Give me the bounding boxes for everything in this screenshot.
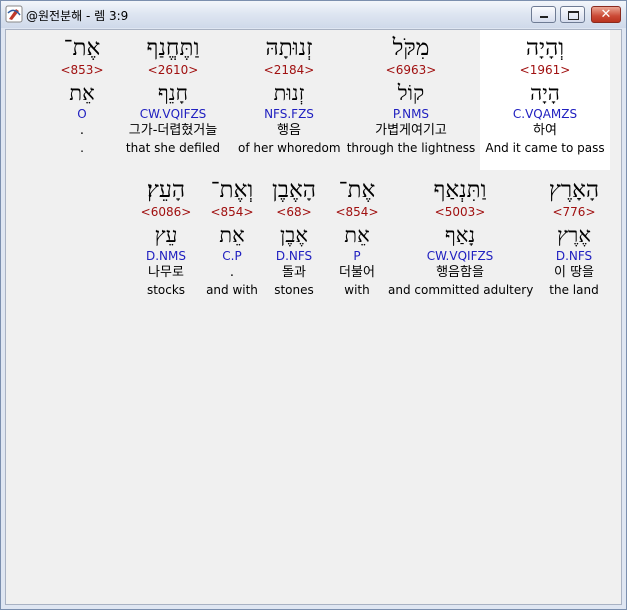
lemma: נָאַף bbox=[444, 223, 476, 247]
morph-code: D.NFS bbox=[275, 249, 313, 263]
morph-code: C.VQAMZS bbox=[512, 107, 578, 121]
morph-code: P bbox=[353, 249, 361, 263]
strong-number: <68> bbox=[276, 205, 312, 219]
hebrew-word: הָעֵץ׃ bbox=[146, 177, 186, 203]
hebrew-word: מִקֹּל bbox=[392, 35, 430, 61]
app-window: @원전분해 - 렘 3:9 ✕ וְהָיָה <1961> הָיָה C.V… bbox=[0, 0, 627, 610]
morph-code: P.NMS bbox=[392, 107, 430, 121]
lemma: קוֹל bbox=[397, 81, 425, 105]
morph-code: CW.VQIFZS bbox=[426, 249, 494, 263]
word-cell[interactable]: זְנוּתָהּ <2184> זְנוּת NFS.FZS 행음 of he… bbox=[238, 34, 341, 156]
word-cell[interactable]: מִקֹּל <6963> קוֹל P.NMS 가볍게여기고 through … bbox=[346, 34, 476, 156]
strong-number: <854> bbox=[210, 205, 254, 219]
lemma: עֵץ bbox=[154, 223, 178, 247]
morph-code: C.P bbox=[222, 249, 242, 263]
lemma: אֵת bbox=[219, 223, 245, 247]
hebrew-word: הָאֶבֶן bbox=[272, 177, 316, 203]
close-button[interactable]: ✕ bbox=[591, 6, 621, 23]
hebrew-word: וַתֶּחֱנַף bbox=[146, 35, 200, 61]
word-cell[interactable]: הָאָרֶץ <776> אֶרֶץ D.NFS 이 땅을 the land bbox=[538, 176, 610, 298]
morph-code: O bbox=[77, 107, 87, 121]
hebrew-word: אֶת־ bbox=[63, 35, 101, 61]
english-gloss: and with bbox=[206, 283, 258, 297]
morph-code: CW.VQIFZS bbox=[139, 107, 207, 121]
english-gloss: stocks bbox=[146, 283, 186, 297]
english-gloss: And it came to pass bbox=[485, 141, 605, 155]
english-gloss: and committed adultery bbox=[388, 283, 534, 297]
morph-code: NFS.FZS bbox=[264, 107, 314, 121]
strong-number: <6963> bbox=[385, 63, 437, 77]
lemma: אֶרֶץ bbox=[557, 223, 591, 247]
word-cell[interactable]: וְהָיָה <1961> הָיָה C.VQAMZS 하여 And it … bbox=[480, 30, 610, 170]
english-gloss: . bbox=[80, 141, 84, 155]
hebrew-word: וַתִּנְאַף bbox=[433, 177, 487, 203]
hebrew-word: אֶת־ bbox=[338, 177, 376, 203]
korean-gloss: 나무로 bbox=[148, 265, 184, 280]
korean-gloss: 돌과 bbox=[282, 265, 306, 280]
english-gloss: through the lightness bbox=[346, 141, 476, 155]
strong-number: <6086> bbox=[140, 205, 192, 219]
korean-gloss: 그가-더렵혔거늘 bbox=[128, 123, 218, 138]
hebrew-word: וְהָיָה bbox=[525, 35, 565, 61]
word-cell[interactable]: הָאֶבֶן <68> אֶבֶן D.NFS 돌과 stones bbox=[262, 176, 326, 298]
word-cell[interactable]: אֶת־ <853> אֵת O . . bbox=[52, 34, 112, 156]
english-gloss: of her whoredom bbox=[238, 141, 341, 155]
hebrew-word: וְאֶת־ bbox=[210, 177, 254, 203]
word-cell[interactable]: וַתִּנְאַף <5003> נָאַף CW.VQIFZS 행음함을 a… bbox=[388, 176, 534, 298]
korean-gloss: 가볍게여기고 bbox=[375, 123, 447, 138]
lemma: הָיָה bbox=[530, 81, 560, 105]
hebrew-word: זְנוּתָהּ bbox=[265, 35, 313, 61]
word-cell[interactable]: וַתֶּחֱנַף <2610> חָנֵף CW.VQIFZS 그가-더렵혔… bbox=[118, 34, 228, 156]
window-title: @원전분해 - 렘 3:9 bbox=[26, 9, 129, 23]
morph-code: D.NMS bbox=[145, 249, 186, 263]
maximize-button[interactable] bbox=[560, 6, 585, 23]
lemma: אֵת bbox=[69, 81, 95, 105]
lemma: אֶבֶן bbox=[279, 223, 309, 247]
korean-gloss: 행음 bbox=[277, 123, 301, 138]
korean-gloss: 이 땅을 bbox=[553, 265, 594, 280]
minimize-icon bbox=[532, 7, 555, 22]
lemma: אֵת bbox=[344, 223, 370, 247]
strong-number: <854> bbox=[335, 205, 379, 219]
hebrew-word: הָאָרֶץ bbox=[548, 177, 600, 203]
maximize-icon bbox=[561, 7, 584, 22]
english-gloss: that she defiled bbox=[125, 141, 221, 155]
lemma: זְנוּת bbox=[273, 81, 305, 105]
english-gloss: with bbox=[344, 283, 370, 297]
app-icon bbox=[5, 5, 23, 23]
english-gloss: the land bbox=[549, 283, 599, 297]
analysis-pane: וְהָיָה <1961> הָיָה C.VQAMZS 하여 And it … bbox=[5, 29, 622, 605]
strong-number: <1961> bbox=[519, 63, 571, 77]
korean-gloss: 행음함을 bbox=[436, 265, 484, 280]
minimize-button[interactable] bbox=[531, 6, 556, 23]
title-bar[interactable]: @원전분해 - 렘 3:9 ✕ bbox=[1, 1, 626, 28]
korean-gloss: 더불어 bbox=[339, 265, 375, 280]
strong-number: <5003> bbox=[434, 205, 486, 219]
korean-gloss: 하여 bbox=[533, 123, 557, 138]
word-cell[interactable]: וְאֶת־ <854> אֵת C.P . and with bbox=[200, 176, 264, 298]
close-icon: ✕ bbox=[600, 7, 612, 22]
strong-number: <2184> bbox=[263, 63, 315, 77]
strong-number: <2610> bbox=[147, 63, 199, 77]
strong-number: <853> bbox=[60, 63, 104, 77]
english-gloss: stones bbox=[274, 283, 314, 297]
lemma: חָנֵף bbox=[157, 81, 189, 105]
morph-code: D.NFS bbox=[555, 249, 593, 263]
word-cell[interactable]: הָעֵץ׃ <6086> עֵץ D.NMS 나무로 stocks bbox=[134, 176, 198, 298]
korean-gloss: . bbox=[229, 265, 235, 280]
strong-number: <776> bbox=[552, 205, 596, 219]
word-cell[interactable]: אֶת־ <854> אֵת P 더불어 with bbox=[328, 176, 386, 298]
korean-gloss: . bbox=[79, 123, 85, 138]
